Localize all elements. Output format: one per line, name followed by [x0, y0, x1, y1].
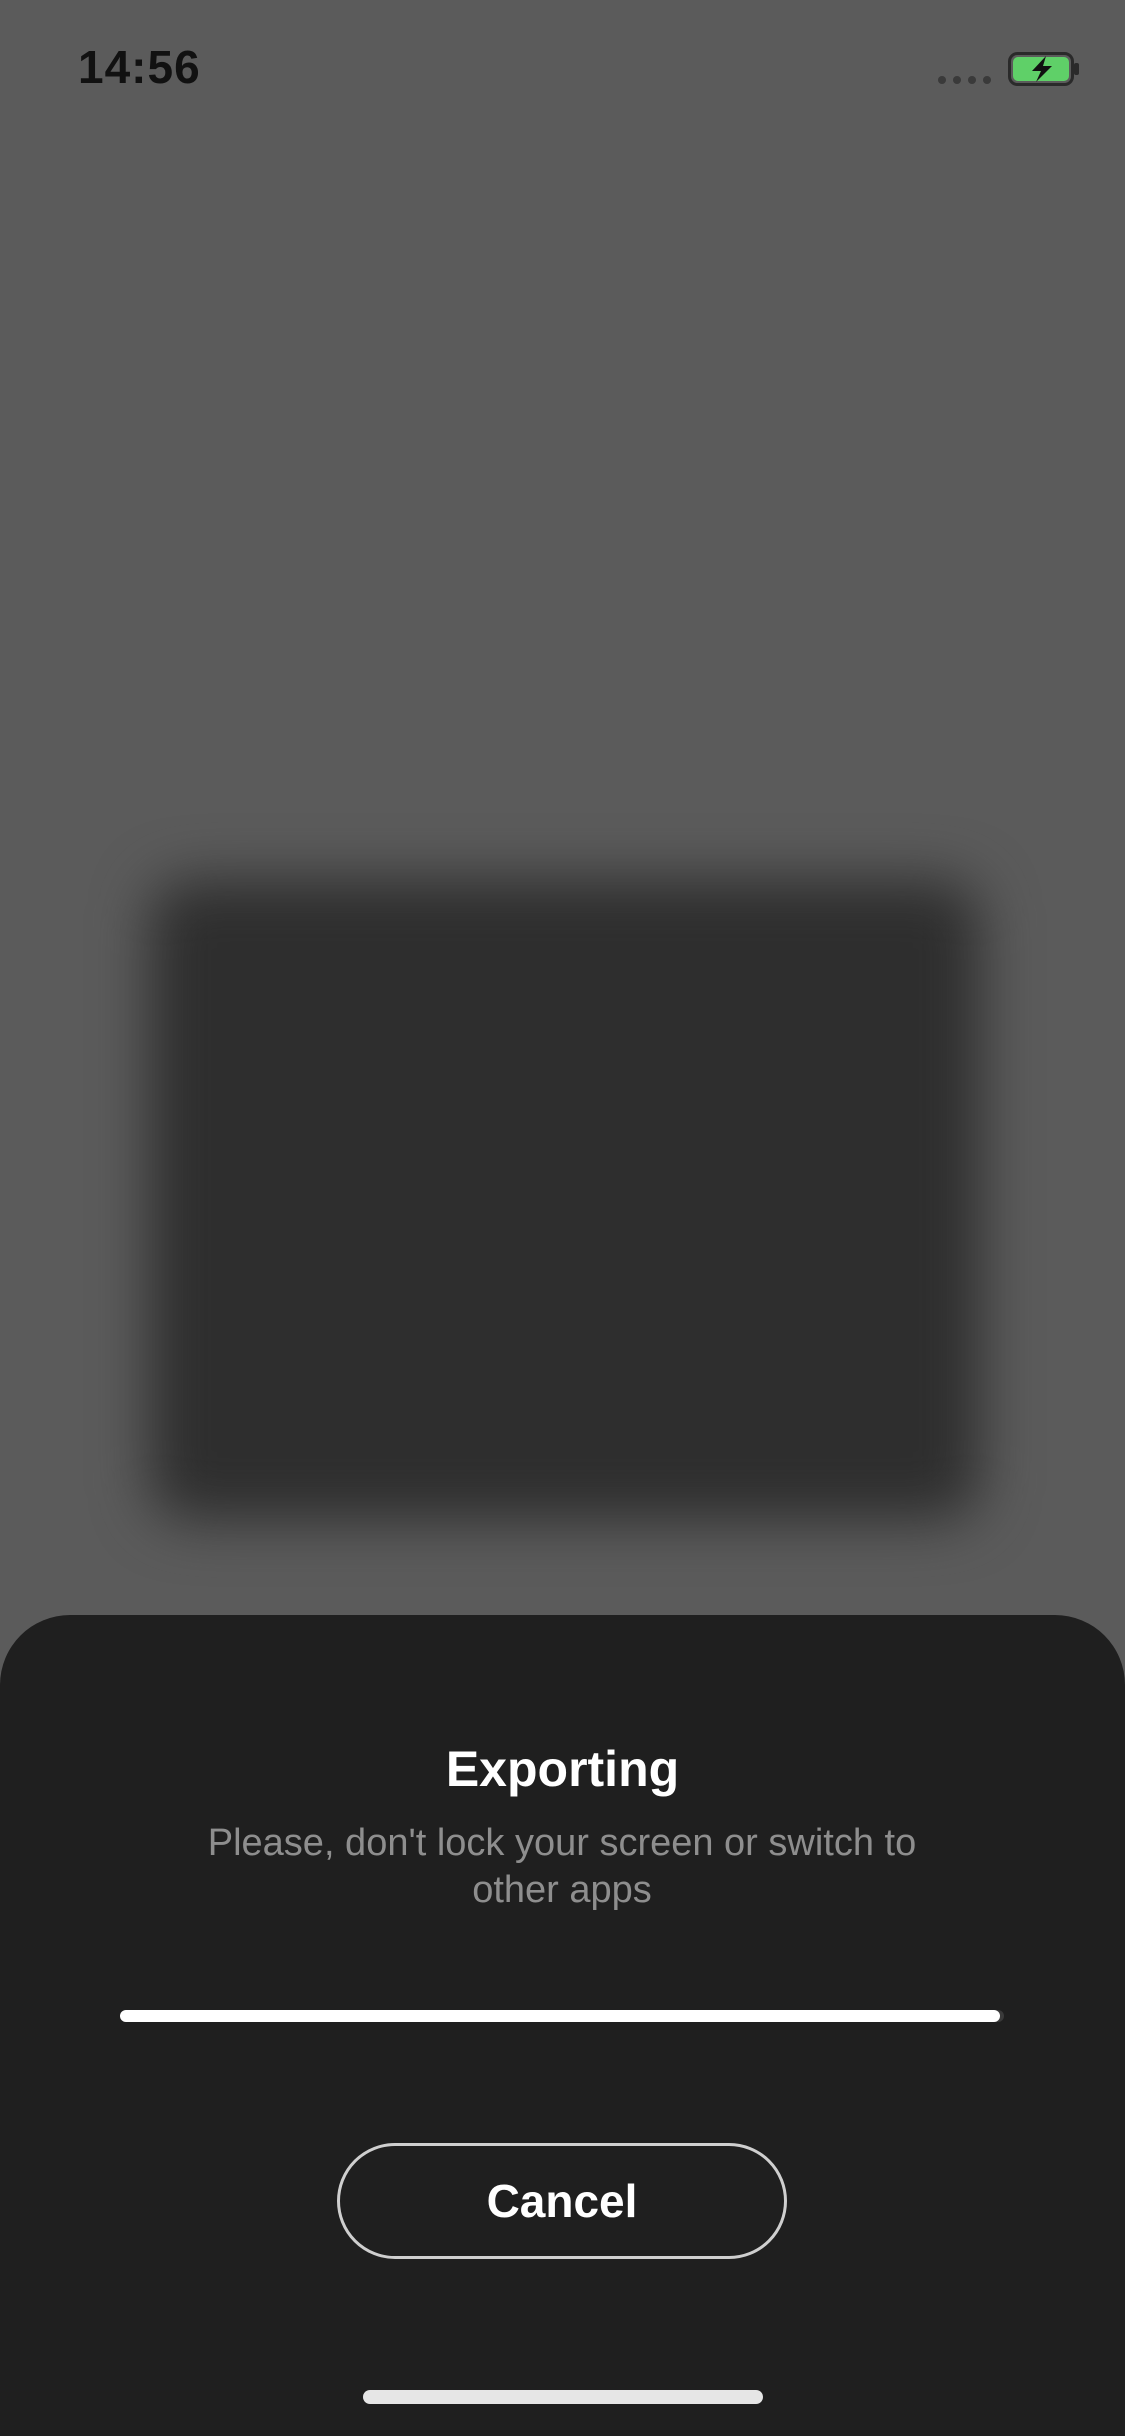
export-title: Exporting	[445, 1741, 680, 1797]
signal-dots-icon	[938, 76, 991, 84]
home-indicator[interactable]	[363, 2390, 763, 2404]
export-sheet: Exporting Please, don't lock your screen…	[0, 1615, 1125, 2436]
battery-charging-icon	[1008, 52, 1079, 86]
export-screen: 14:56 Exporting Please, don't lock your …	[0, 0, 1125, 2436]
export-subtitle: Please, don't lock your screen or switch…	[207, 1822, 917, 1911]
blurred-preview	[150, 880, 980, 1520]
cancel-button[interactable]: Cancel	[337, 2143, 787, 2259]
export-progress-bar	[120, 2010, 1004, 2022]
export-progress-fill	[120, 2010, 1000, 2022]
status-bar: 14:56	[0, 0, 1125, 140]
status-time: 14:56	[78, 41, 201, 93]
